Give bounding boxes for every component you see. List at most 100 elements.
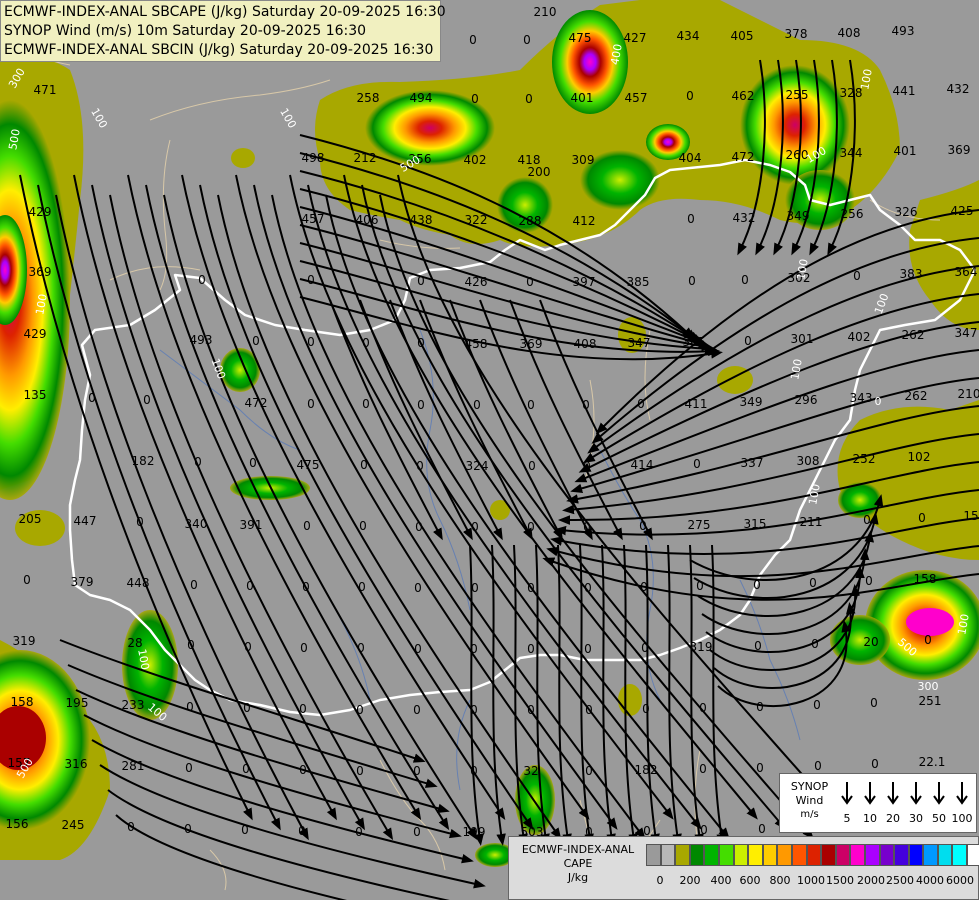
cin-value-label: 0	[527, 581, 535, 595]
cin-value-label: 347	[955, 326, 978, 340]
cin-value-label: 472	[732, 150, 755, 164]
cin-value-label: 397	[573, 275, 596, 289]
cin-value-label: 212	[354, 151, 377, 165]
cin-value-label: 0	[924, 633, 932, 647]
cin-value-label: 378	[785, 27, 808, 41]
cape-legend-subtitle: CAPE	[563, 857, 593, 870]
cape-scale-swatch	[806, 844, 822, 866]
cin-value-label: 448	[127, 576, 150, 590]
cape-area-east-2	[909, 180, 979, 330]
streamline	[271, 194, 646, 840]
streamline	[59, 639, 426, 763]
cin-value-label: 347	[628, 336, 651, 350]
cin-value-label: 135	[24, 388, 47, 402]
cin-value-label: 0	[741, 273, 749, 287]
cin-value-label: 0	[813, 698, 821, 712]
cin-value-label: 0	[302, 580, 310, 594]
cin-value-label: 0	[585, 703, 593, 717]
cin-value-label: 401	[894, 144, 917, 158]
cin-value-label: 0	[525, 92, 533, 106]
cape-color-scale	[646, 844, 979, 866]
cin-value-label: 369	[948, 143, 971, 157]
cin-value-label: 319	[13, 634, 36, 648]
cin-value-label: 472	[245, 396, 268, 410]
cape-scale-tick: 1500	[826, 874, 854, 887]
cin-value-label: 0	[639, 519, 647, 533]
cin-value-label: 0	[470, 703, 478, 717]
cin-value-label: 369	[29, 265, 52, 279]
cin-value-label: 0	[584, 642, 592, 656]
cin-value-label: 0	[127, 820, 135, 834]
cin-value-label: 0	[184, 822, 192, 836]
cin-value-label: 349	[787, 209, 810, 223]
cin-value-label: 0	[700, 823, 708, 837]
cin-value-label: 0	[744, 334, 752, 348]
wind-arrow-icon	[956, 782, 968, 805]
cin-value-label: 385	[627, 275, 650, 289]
wind-legend-speed: 5	[843, 812, 851, 825]
cin-value-label: 337	[741, 456, 764, 470]
cin-value-label: 0	[359, 519, 367, 533]
cape-scale-tick: 600	[739, 874, 761, 887]
streamline	[419, 299, 533, 541]
cin-value-label: 195	[66, 696, 89, 710]
cape-scale-swatch	[660, 844, 676, 866]
cin-value-label: 383	[900, 267, 923, 281]
contour-label: 100	[788, 358, 804, 381]
cin-value-label: 275	[688, 518, 711, 532]
wind-legend-sample: 30	[905, 780, 927, 830]
cin-value-label: 0	[362, 397, 370, 411]
cin-value-label: 0	[865, 574, 873, 588]
cin-value-label: 364	[955, 265, 978, 279]
cin-value-label: 0	[870, 696, 878, 710]
wind-legend-unit: m/s	[800, 809, 819, 820]
cin-value-label: 0	[756, 700, 764, 714]
cin-value-label: 262	[905, 389, 928, 403]
cin-value-label: 0	[300, 641, 308, 655]
map-title-box: ECMWF-INDEX-ANAL SBCAPE (J/kg) Saturday …	[0, 0, 446, 62]
cin-value-label: 0	[753, 578, 761, 592]
cape-scale-tick: 2500	[886, 874, 914, 887]
cin-value-label: 251	[919, 694, 942, 708]
cin-value-label: 288	[519, 214, 542, 228]
cin-value-label: 438	[410, 213, 433, 227]
cin-value-label: 0	[641, 641, 649, 655]
cin-value-label: 0	[198, 273, 206, 287]
cin-value-label: 256	[841, 207, 864, 221]
cin-value-label: 158	[914, 572, 937, 586]
cin-value-label: 0	[863, 513, 871, 527]
cin-value-label: 343	[850, 391, 873, 405]
cin-value-label: 0	[528, 459, 536, 473]
cin-value-label: 475	[569, 31, 592, 45]
cin-value-label: 315	[744, 517, 767, 531]
contour-label: 0	[875, 395, 882, 408]
cape-legend-title: ECMWF-INDEX-ANAL	[521, 843, 635, 856]
cin-value-label: 0	[688, 274, 696, 288]
wind-arrow-icon	[841, 782, 853, 805]
cin-value-label: 205	[19, 512, 42, 526]
cin-value-label: 0	[527, 520, 535, 534]
cape-scale-tick: 2000	[857, 874, 885, 887]
cin-value-label: 401	[571, 91, 594, 105]
cape-scale-tick: 4000	[916, 874, 944, 887]
cin-value-label: 199	[463, 825, 486, 839]
cin-value-label: 0	[526, 275, 534, 289]
cin-value-label: 412	[573, 214, 596, 228]
cin-value-label: 0	[527, 703, 535, 717]
cin-value-label: 414	[631, 458, 654, 472]
streamline	[557, 544, 572, 846]
cin-value-label: 0	[637, 397, 645, 411]
cape-scale-swatch	[733, 844, 749, 866]
map-viewer: 0 0 475 427 434 405 378 408 493 210 471 258 494 0 0 401…	[0, 0, 979, 900]
contour-label: 300	[918, 680, 939, 693]
cape-scale-swatch	[821, 844, 836, 866]
cin-value-label: 0	[307, 273, 315, 287]
wind-legend-label: SYNOP Wind m/s	[782, 780, 837, 822]
cin-value-label: 408	[574, 337, 597, 351]
cin-value-label: 411	[685, 397, 708, 411]
cape-scale-swatch	[894, 844, 909, 866]
cin-value-label: 0	[241, 823, 249, 837]
streamline	[181, 174, 506, 820]
cape-patch-10	[618, 684, 642, 716]
wind-legend-speed: 30	[909, 812, 923, 825]
